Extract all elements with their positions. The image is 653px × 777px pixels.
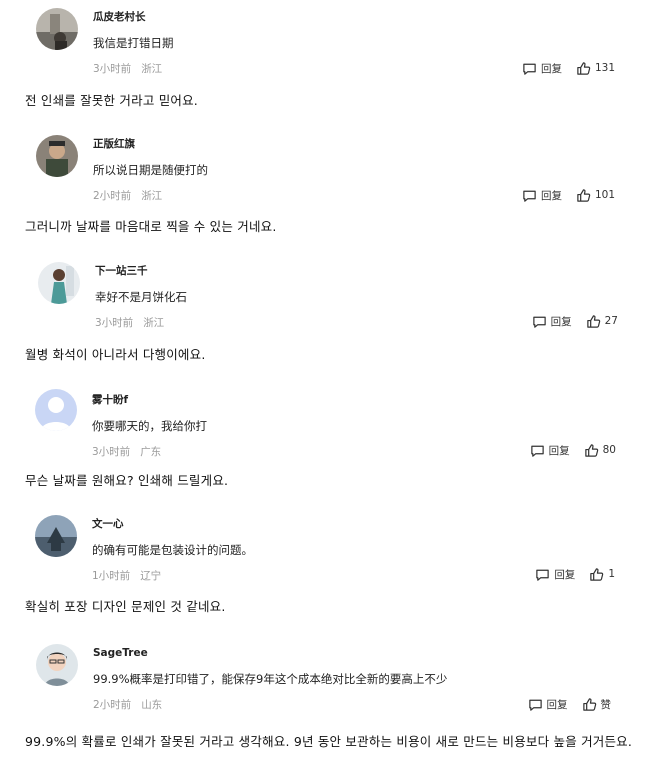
thumbs-up-icon: [590, 567, 604, 581]
comment-text: 99.9%概率是打印错了，能保存9年这个成本绝对比全新的要高上不少: [93, 672, 448, 686]
comment-text: 所以说日期是随便打的: [93, 163, 208, 177]
comment-actions: 回复 27: [532, 313, 618, 329]
comment-actions: 回复 80: [530, 442, 616, 458]
comment-location: 辽宁: [140, 570, 162, 582]
comment-time: 1小时前: [92, 570, 131, 582]
comment-actions: 回复 赞: [528, 696, 612, 712]
comment-username[interactable]: SageTree: [93, 647, 148, 659]
comment-block: 雾十盼f 你要哪天的，我给你打 3小时前 广东 回复 80 무슨 날짜를 원해요?…: [0, 381, 653, 509]
comment-meta: 3小时前 广东: [92, 444, 171, 459]
comment-meta: 1小时前 辽宁: [92, 568, 171, 583]
comment-text: 的确有可能是包装设计的问题。: [92, 543, 253, 557]
comment-time: 2小时前: [93, 190, 132, 202]
comment-block: SageTree 99.9%概率是打印错了，能保存9年这个成本绝对比全新的要高上…: [0, 637, 653, 777]
like-count: 27: [604, 315, 618, 327]
like-button[interactable]: 赞: [582, 697, 612, 712]
reply-label: 回复: [554, 568, 576, 581]
comment-block: 正版红旗 所以说日期是随便打的 2小时前 浙江 回复 101 그러니까 날짜를 마…: [0, 127, 653, 255]
reply-label: 回复: [550, 315, 572, 328]
avatar[interactable]: [36, 135, 78, 177]
reply-button[interactable]: 回复: [535, 567, 575, 582]
reply-label: 回复: [546, 698, 568, 711]
comment-block: 下一站三千 幸好不是月饼化石 3小时前 浙江 回复 27 월병 화석이 아니라서 …: [0, 252, 653, 380]
translation-text: 그러니까 날짜를 마음대로 찍을 수 있는 거네요.: [25, 219, 277, 234]
comment-block: 文一心 的确有可能是包装设计的问题。 1小时前 辽宁 回复 1 확실히 포장 디자…: [0, 507, 653, 635]
like-button[interactable]: 27: [586, 314, 618, 329]
comment-username[interactable]: 雾十盼f: [92, 392, 128, 407]
comment-time: 2小时前: [93, 699, 132, 711]
comment-card: 瓜皮老村长 我信是打错日期 3小时前 浙江 回复 131: [0, 0, 653, 85]
thumbs-up-icon: [577, 188, 591, 202]
comment-location: 广东: [140, 446, 162, 458]
like-count: 80: [602, 444, 616, 456]
like-button[interactable]: 131: [576, 61, 615, 76]
reply-button[interactable]: 回复: [532, 314, 572, 329]
comment-username[interactable]: 瓜皮老村长: [93, 9, 146, 24]
like-count: 1: [608, 568, 615, 580]
comment-bubble-icon: [523, 63, 536, 75]
avatar[interactable]: [36, 644, 78, 686]
comment-actions: 回复 1: [535, 566, 615, 582]
like-count: 131: [594, 62, 615, 74]
comment-username[interactable]: 文一心: [92, 516, 124, 531]
comment-bubble-icon: [532, 316, 546, 328]
avatar[interactable]: [36, 8, 78, 50]
avatar[interactable]: [35, 515, 77, 557]
like-button[interactable]: 1: [589, 567, 615, 582]
comment-card: SageTree 99.9%概率是打印错了，能保存9年这个成本绝对比全新的要高上…: [0, 637, 653, 722]
thumbs-up-icon: [582, 697, 596, 711]
comment-card: 雾十盼f 你要哪天的，我给你打 3小时前 广东 回复 80: [0, 381, 653, 466]
reply-label: 回复: [540, 189, 562, 202]
reply-button[interactable]: 回复: [528, 697, 568, 712]
avatar[interactable]: [38, 262, 80, 304]
comment-bubble-icon: [536, 569, 550, 581]
comment-meta: 3小时前 浙江: [95, 315, 174, 330]
reply-button[interactable]: 回复: [522, 61, 562, 76]
comment-card: 文一心 的确有可能是包装设计的问题。 1小时前 辽宁 回复 1: [0, 507, 653, 592]
comment-location: 浙江: [143, 317, 165, 329]
comment-location: 浙江: [141, 63, 163, 75]
thumbs-up-icon: [586, 314, 600, 328]
translation-text: 99.9%의 확률로 인쇄가 잘못된 거라고 생각해요. 9년 동안 보관하는 …: [25, 734, 633, 749]
comment-actions: 回复 101: [522, 187, 615, 203]
like-button[interactable]: 101: [576, 188, 615, 203]
like-button[interactable]: 80: [584, 443, 616, 458]
comment-meta: 2小时前 山东: [93, 697, 172, 712]
comment-username[interactable]: 正版红旗: [93, 136, 135, 151]
comment-location: 浙江: [141, 190, 163, 202]
comment-actions: 回复 131: [522, 60, 615, 76]
comment-meta: 3小时前 浙江: [93, 61, 172, 76]
comment-text: 幸好不是月饼化石: [95, 290, 187, 304]
comment-time: 3小时前: [93, 63, 132, 75]
comment-bubble-icon: [530, 445, 544, 457]
comment-time: 3小时前: [92, 446, 131, 458]
thumbs-up-icon: [584, 443, 598, 457]
like-count: 赞: [600, 698, 612, 711]
thumbs-up-icon: [577, 61, 591, 75]
reply-label: 回复: [548, 444, 570, 457]
comment-location: 山东: [141, 699, 163, 711]
comment-time: 3小时前: [95, 317, 134, 329]
reply-button[interactable]: 回复: [522, 188, 562, 203]
comment-card: 正版红旗 所以说日期是随便打的 2小时前 浙江 回复 101: [0, 127, 653, 212]
translation-text: 전 인쇄를 잘못한 거라고 믿어요.: [25, 93, 198, 108]
comment-card: 下一站三千 幸好不是月饼化石 3小时前 浙江 回复 27: [0, 252, 653, 337]
comment-bubble-icon: [523, 190, 536, 202]
comment-meta: 2小时前 浙江: [93, 188, 172, 203]
comment-bubble-icon: [528, 699, 542, 711]
comment-block: 瓜皮老村长 我信是打错日期 3小时前 浙江 回复 131 전 인쇄를 잘못한 거라…: [0, 0, 653, 128]
avatar[interactable]: [35, 389, 77, 431]
translation-text: 무슨 날짜를 원해요? 인쇄해 드릴게요.: [25, 473, 229, 488]
reply-label: 回复: [540, 62, 562, 75]
comment-text: 我信是打错日期: [93, 36, 174, 50]
translation-text: 확실히 포장 디자인 문제인 것 같네요.: [25, 599, 226, 614]
comment-username[interactable]: 下一站三千: [95, 263, 148, 278]
comment-text: 你要哪天的，我给你打: [92, 419, 207, 433]
translation-text: 월병 화석이 아니라서 다행이에요.: [25, 347, 206, 362]
like-count: 101: [594, 189, 615, 201]
reply-button[interactable]: 回复: [530, 443, 570, 458]
